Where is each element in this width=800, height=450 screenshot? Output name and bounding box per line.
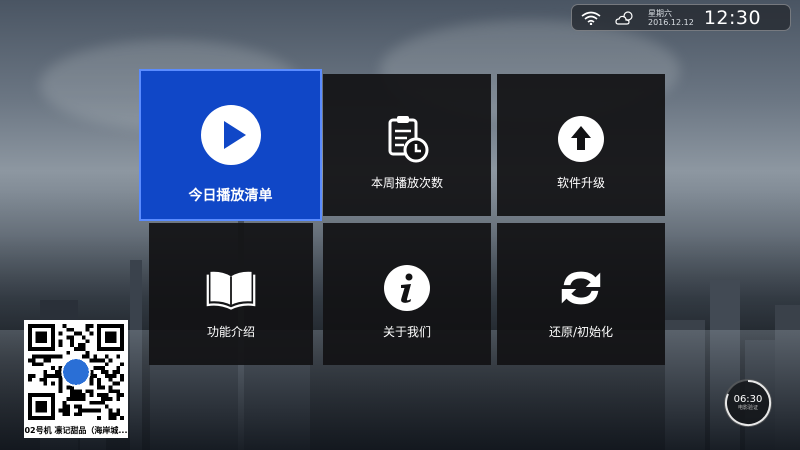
tile-label: 软件升级 bbox=[556, 176, 605, 190]
tile-label: 今日播放清单 bbox=[188, 188, 273, 204]
tile-feature-intro[interactable]: 功能介绍 bbox=[149, 223, 313, 365]
tile-weekly-play-count[interactable]: 本周播放次数 bbox=[323, 74, 491, 216]
wifi-icon bbox=[580, 10, 602, 26]
clipboard-clock-icon bbox=[382, 114, 432, 164]
qr-code bbox=[24, 320, 128, 424]
open-book-icon bbox=[206, 263, 256, 313]
tile-software-upgrade[interactable]: 软件升级 bbox=[497, 74, 665, 216]
refresh-icon bbox=[556, 263, 606, 313]
clock-time: 12:30 bbox=[703, 6, 762, 29]
upload-arrow-icon bbox=[556, 114, 606, 164]
tile-label: 还原/初始化 bbox=[548, 325, 614, 339]
tile-restore-reset[interactable]: 还原/初始化 bbox=[497, 223, 665, 365]
countdown-clock-widget: 06:30 电影验证 bbox=[724, 379, 772, 427]
tile-today-playlist[interactable]: 今日播放清单 bbox=[139, 69, 322, 221]
info-icon bbox=[382, 263, 432, 313]
tile-label: 功能介绍 bbox=[206, 325, 255, 339]
cloud-sun-icon bbox=[614, 10, 636, 26]
tile-label: 本周播放次数 bbox=[370, 176, 443, 190]
status-bar: 星期六 2016.12.12 12:30 bbox=[571, 4, 791, 31]
tile-label: 关于我们 bbox=[382, 325, 431, 339]
play-circle-icon bbox=[199, 103, 263, 167]
date-text: 2016.12.12 bbox=[648, 17, 694, 27]
weekday-text: 星期六 bbox=[648, 8, 672, 18]
qr-caption: 02号机 凛记甜品（海岸城... bbox=[24, 424, 128, 438]
tile-about-us[interactable]: 关于我们 bbox=[323, 223, 491, 365]
